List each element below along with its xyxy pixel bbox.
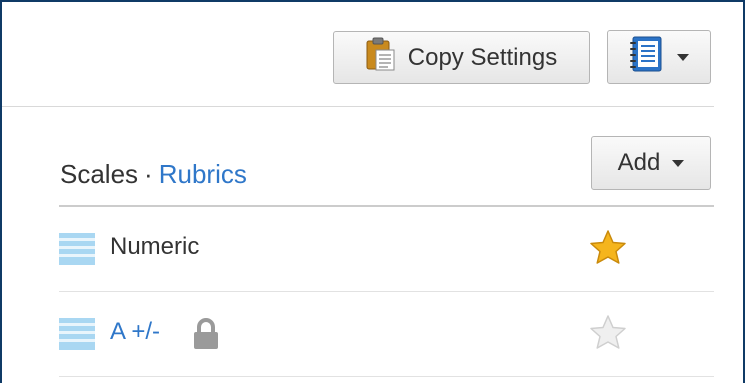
list-item[interactable]: A +/- bbox=[59, 292, 714, 377]
star-icon[interactable] bbox=[589, 229, 627, 270]
scale-icon bbox=[59, 233, 95, 270]
add-label: Add bbox=[617, 149, 661, 176]
notebook-icon bbox=[629, 36, 663, 79]
chevron-down-icon bbox=[677, 53, 689, 61]
star-icon[interactable] bbox=[589, 314, 627, 355]
clipboard-icon bbox=[366, 37, 396, 78]
lock-icon bbox=[193, 318, 219, 355]
scales-title: Scales bbox=[60, 159, 139, 189]
add-button[interactable]: Add bbox=[591, 136, 711, 190]
list-item[interactable]: Numeric bbox=[59, 207, 714, 292]
scale-name[interactable]: A +/- bbox=[110, 318, 160, 346]
copy-settings-button[interactable]: Copy Settings bbox=[333, 31, 590, 84]
chevron-down-icon bbox=[672, 159, 685, 167]
scale-icon bbox=[59, 318, 95, 355]
settings-panel: Copy Settings Scales · Rubrics Add Numer… bbox=[0, 0, 745, 383]
view-options-button[interactable] bbox=[607, 30, 711, 84]
rubrics-link[interactable]: Rubrics bbox=[159, 159, 247, 189]
section-heading: Scales · Rubrics bbox=[60, 159, 247, 190]
divider bbox=[2, 106, 714, 107]
scale-name[interactable]: Numeric bbox=[110, 233, 199, 261]
copy-settings-label: Copy Settings bbox=[407, 43, 558, 71]
title-separator: · bbox=[144, 159, 153, 189]
